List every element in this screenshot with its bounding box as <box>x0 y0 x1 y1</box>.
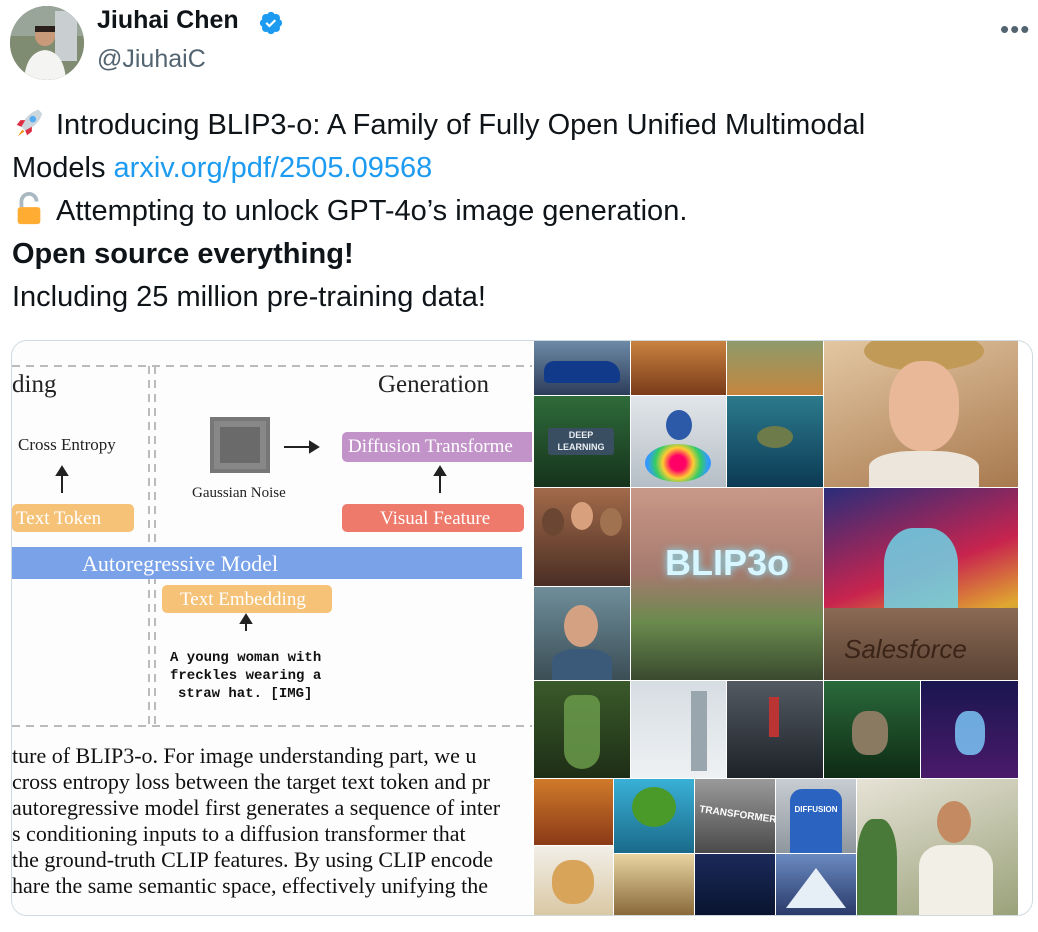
snowy-street-image <box>631 681 726 778</box>
picnic-image <box>727 341 823 395</box>
unlocked-lock-emoji <box>17 192 41 225</box>
blip3o-label: BLIP3o <box>664 542 789 583</box>
deep-learning-label: DEEP LEARNING <box>548 428 614 455</box>
avatar[interactable] <box>10 6 84 80</box>
tweet-line-5: Including 25 million pre-training data! <box>12 281 486 313</box>
tweet-line-2: Models <box>12 152 114 184</box>
phone-man-image <box>534 587 630 680</box>
broccoli-image <box>614 779 694 853</box>
fig-caption-line: cross entropy loss between the target te… <box>12 769 490 794</box>
fig-autoregressive-model: Autoregressive Model <box>82 551 279 576</box>
diffusion-label: DIFFUSION <box>794 805 838 814</box>
avatar-photo <box>10 6 84 80</box>
more-options-icon[interactable]: ••• <box>1000 14 1030 45</box>
salesforce-label: Salesforce <box>844 634 967 664</box>
fig-caption-line: hare the same semantic space, effectivel… <box>12 873 489 898</box>
neon-deer-image <box>921 681 1018 778</box>
deep-learning-image: DEEP LEARNING <box>534 396 630 487</box>
author-handle[interactable]: @JiuhaiC <box>97 45 206 74</box>
verified-badge-icon <box>259 11 283 35</box>
group-selfie-image <box>534 488 630 586</box>
autumn-couple-image <box>534 779 613 845</box>
author-name[interactable]: Jiuhai Chen <box>97 6 239 35</box>
fig-left-heading: ding <box>12 371 57 398</box>
fig-caption-line: autoregressive model first generates a s… <box>12 795 501 820</box>
fig-prompt-line-1: A young woman with <box>170 650 322 666</box>
golden-retriever-image <box>534 846 613 915</box>
blip3o-field-image: BLIP3o <box>631 488 823 680</box>
lighthouse-storm-image <box>727 681 823 778</box>
bottle-forest-image <box>534 681 630 778</box>
tweet-text: Introducing BLIP3-o: A Family of Fully O… <box>12 104 1012 319</box>
fig-prompt-line-3: straw hat. [IMG] <box>178 686 313 702</box>
rocket-emoji <box>16 109 43 137</box>
tweet-line-3: Attempting to unlock GPT-4o’s image gene… <box>56 195 688 227</box>
tweet-line-4: Open source everything! <box>12 238 354 270</box>
gaussian-noise-image <box>210 417 270 473</box>
bird-candy-image <box>631 396 726 487</box>
wolf-forest-image <box>824 681 920 778</box>
fig-visual-feature: Visual Feature <box>380 508 491 529</box>
media-attachment[interactable]: ding Generation Cross Entropy Gaussian N… <box>11 340 1033 916</box>
fig-prompt: A young woman with freckles wearing a st… <box>170 649 321 703</box>
fig-text-embedding: Text Embedding <box>180 589 306 610</box>
cyber-woman-image <box>695 854 775 915</box>
generated-images-collage[interactable]: DEEP LEARNING BLIP3o Salesforce TRANSFOR… <box>534 341 1032 915</box>
fig-diffusion-transformer: Diffusion Transforme <box>348 436 513 457</box>
fig-gaussian-noise: Gaussian Noise <box>192 485 286 501</box>
fig-caption-line: the ground-truth CLIP features. By using… <box>12 847 494 872</box>
diffusion-shirt-image: DIFFUSION <box>776 779 856 853</box>
transformer-road-image: TRANSFORMER <box>695 779 775 853</box>
man-coffee-image <box>857 779 1018 915</box>
woman-portrait-image <box>824 341 1018 487</box>
fig-caption: ture of BLIP3-o. For image understanding… <box>12 743 500 899</box>
fig-right-heading: Generation <box>378 371 490 398</box>
transformer-label: TRANSFORMER <box>698 804 775 826</box>
fig-text-token: Text Token <box>16 508 102 529</box>
tweet-line-1: Introducing BLIP3-o: A Family of Fully O… <box>56 109 866 141</box>
fig-caption-line: ture of BLIP3-o. For image understanding… <box>12 743 477 768</box>
paper-figure-image[interactable]: ding Generation Cross Entropy Gaussian N… <box>12 341 532 915</box>
raccoon-detective-image <box>614 854 694 915</box>
fig-caption-line: s conditioning inputs to a diffusion tra… <box>12 821 466 846</box>
dancer-image <box>631 341 726 395</box>
rainbow-cave-salesforce-image: Salesforce <box>824 488 1018 680</box>
car-image <box>534 341 630 395</box>
fig-prompt-line-2: freckles wearing a <box>170 668 322 684</box>
snowy-mountain-image <box>776 854 856 915</box>
arxiv-link[interactable]: arxiv.org/pdf/2505.09568 <box>114 152 433 184</box>
sea-turtle-image <box>727 396 823 487</box>
fig-cross-entropy: Cross Entropy <box>18 435 116 454</box>
